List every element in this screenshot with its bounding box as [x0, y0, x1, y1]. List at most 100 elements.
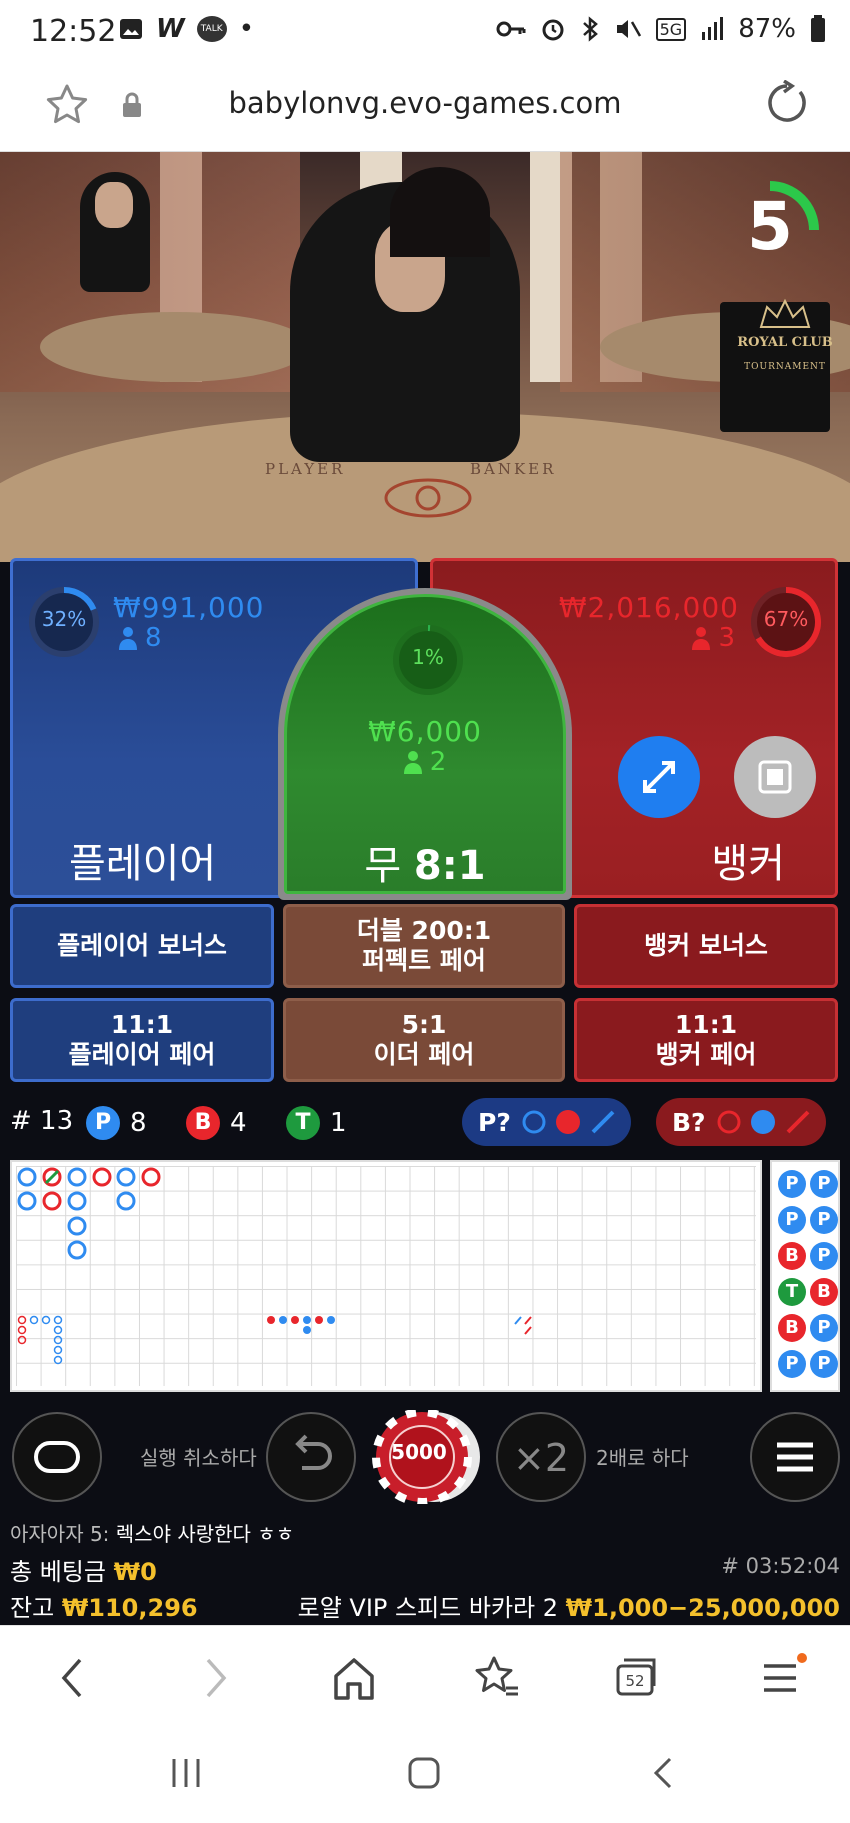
browser-menu-button[interactable]: [750, 1652, 810, 1704]
clock: 12:52: [30, 14, 117, 49]
balance: 잔고 ₩110,296: [10, 1594, 198, 1622]
player-percent: 32%: [41, 607, 87, 631]
w-app-icon: W: [156, 14, 185, 44]
banker-pair-button[interactable]: 11:1 뱅커 페어: [574, 998, 838, 1082]
banker-wins: 4: [230, 1108, 247, 1138]
player-bonus-button[interactable]: 플레이어 보너스: [10, 904, 274, 988]
video-toggle-button[interactable]: [734, 736, 816, 818]
gallery-icon: [120, 19, 142, 39]
chip-selector[interactable]: 5000: [366, 1408, 484, 1506]
tie-count: 2: [429, 747, 447, 777]
round-number: # 13: [10, 1106, 74, 1136]
system-back-icon[interactable]: [644, 1753, 684, 1793]
royal-club-text: ROYAL CLUB: [737, 335, 833, 350]
double-label: 2배로 하다: [596, 1446, 689, 1470]
chat-bubble-icon: [34, 1441, 80, 1473]
banker-label: 뱅커: [711, 841, 785, 887]
player-ask-button[interactable]: P?: [462, 1098, 631, 1146]
expand-icon: [643, 761, 675, 793]
royal-club-logo: ROYAL CLUB TOURNAMENT: [730, 287, 840, 407]
home-icon[interactable]: [324, 1652, 384, 1704]
alarm-icon: [542, 19, 564, 41]
menu-button[interactable]: [750, 1412, 840, 1502]
forward-icon[interactable]: [184, 1652, 244, 1704]
bead-marker: P: [810, 1206, 838, 1234]
bead-marker: P: [810, 1170, 838, 1198]
url-text[interactable]: babylonvg.evo-games.com: [0, 86, 850, 120]
chat-message: 아자아자 5: 렉스야 사랑한다 ㅎㅎ: [10, 1522, 295, 1546]
person-icon: [119, 627, 137, 650]
bluetooth-icon: [582, 16, 598, 42]
tie-stat-icon: T: [286, 1106, 320, 1140]
table-name: 로얄 VIP 스피드 바카라 2 ₩1,000−25,000,000: [297, 1594, 840, 1622]
reload-icon[interactable]: [764, 80, 810, 126]
address-bar: babylonvg.evo-games.com: [0, 64, 850, 152]
player-wins: 8: [130, 1108, 147, 1138]
stop-square-icon: [758, 760, 792, 794]
tab-count: 52: [625, 1672, 645, 1690]
bead-marker: P: [778, 1170, 806, 1198]
undo-label: 실행 취소하다: [140, 1446, 257, 1470]
scoreboard-roads[interactable]: [10, 1160, 762, 1392]
bet-controls: 실행 취소하다 5000 ×2 2배로 하다: [0, 1402, 850, 1512]
game-info: 아자아자 5: 렉스야 사랑한다 ㅎㅎ 총 베팅금 ₩0 잔고 ₩110,296…: [0, 1518, 850, 1628]
banker-count: 3: [718, 623, 735, 653]
undo-button[interactable]: [266, 1412, 356, 1502]
bead-marker: B: [778, 1314, 806, 1342]
table-label-player: PLAYER: [265, 460, 346, 478]
back-icon[interactable]: [44, 1652, 104, 1704]
timer-value: 5: [747, 188, 793, 265]
ask-road-icons: [717, 1110, 809, 1134]
tie-label: 무: [364, 843, 402, 889]
tie-odds: 8:1: [413, 843, 486, 889]
undo-icon: [295, 1434, 332, 1470]
bead-marker: P: [810, 1350, 838, 1378]
banker-stat-icon: B: [186, 1106, 220, 1140]
bookmarks-icon[interactable]: [466, 1652, 526, 1704]
browser-toolbar: 52: [0, 1625, 850, 1725]
round-id: # 03:52:04: [721, 1554, 840, 1578]
player-percent-ring: 32%: [27, 585, 101, 659]
fullscreen-button[interactable]: [618, 736, 700, 818]
home-button-icon[interactable]: [404, 1753, 444, 1793]
network-5g-icon: 5G: [655, 17, 687, 41]
tabs-button[interactable]: 52: [606, 1652, 666, 1704]
ask-road-icons: [522, 1110, 615, 1134]
either-pair-button[interactable]: 5:1 이더 페어: [283, 998, 565, 1082]
double-symbol: ×2: [512, 1436, 570, 1480]
kakaotalk-icon: TALK: [196, 16, 227, 42]
chat-button[interactable]: [12, 1412, 102, 1502]
tie-bet-spot[interactable]: 1% ₩6,000 2 무 8:1: [278, 588, 572, 900]
countdown-timer: 5: [720, 180, 820, 280]
banker-bonus-button[interactable]: 뱅커 보너스: [574, 904, 838, 988]
battery-icon: [811, 15, 825, 42]
player-label: 플레이어: [69, 841, 217, 887]
tie-percent-ring: 1%: [391, 623, 465, 697]
person-icon: [692, 627, 711, 650]
banker-percent: 67%: [763, 607, 809, 631]
bead-road[interactable]: P P P P B P T B B P P P: [770, 1160, 840, 1392]
game-area: PLAYER BANKER 5 ROYAL CLUB TOURNAMENT 32…: [0, 152, 850, 1625]
menu-lines-icon: [764, 1653, 807, 1692]
bead-marker: B: [778, 1242, 806, 1270]
banker-percent-ring: 67%: [749, 585, 823, 659]
perfect-pair-button[interactable]: 더블 200:1 퍼펙트 페어: [283, 904, 565, 988]
bead-marker: T: [778, 1278, 806, 1306]
tournament-text: TOURNAMENT: [744, 362, 826, 372]
big-road-marks: [17, 1167, 532, 1365]
bead-marker: P: [810, 1242, 838, 1270]
tie-wins: 1: [330, 1108, 347, 1138]
double-button[interactable]: ×2: [496, 1412, 586, 1502]
status-bar: 12:52 W TALK • 5G 87%: [0, 0, 850, 64]
recent-apps-icon[interactable]: [166, 1753, 206, 1793]
tie-percent: 1%: [412, 645, 444, 669]
bead-marker: P: [778, 1206, 806, 1234]
battery-percent: 87%: [738, 14, 796, 44]
bead-marker: P: [810, 1314, 838, 1342]
player-pair-button[interactable]: 11:1 플레이어 페어: [10, 998, 274, 1082]
crown-icon: [759, 298, 811, 328]
banker-ask-button[interactable]: B?: [656, 1098, 826, 1146]
banker-total-amount: ₩2,016,000: [558, 591, 739, 624]
system-navigation: [0, 1725, 850, 1823]
table-label-banker: BANKER: [470, 460, 557, 478]
